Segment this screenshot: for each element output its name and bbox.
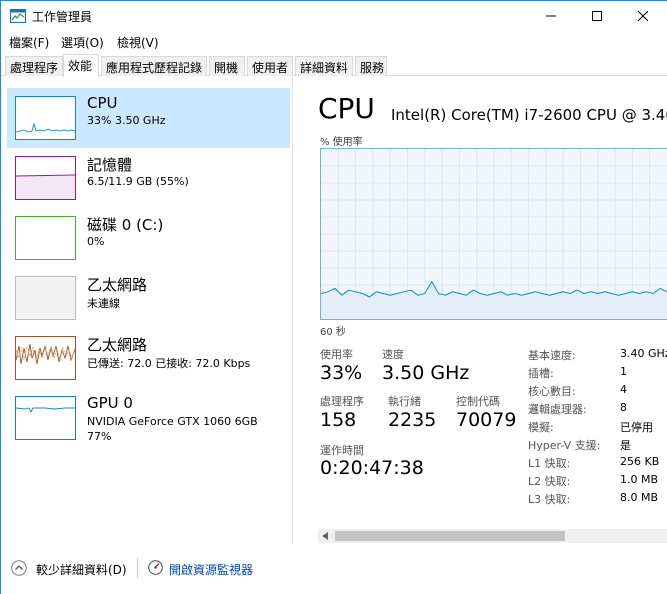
ethernet-disconnected-thumbnail [15, 276, 76, 320]
spec-base-speed-label: 基本速度: [528, 349, 576, 362]
tab-users[interactable]: 使用者 [247, 56, 293, 76]
task-manager-window: 工作管理員 檔案(F) 選項(O) 檢視(V) 處理程序 效能 應用程式歷程記錄… [0, 0, 667, 594]
sidebar-ethernet2-throughput: 已傳送: 72.0 已接收: 72.0 Kbps [87, 357, 251, 370]
handles-label: 控制代碼 [456, 395, 500, 408]
cpu-model-name: Intel(R) Core(TM) i7-2600 CPU @ 3.40GHz [391, 106, 667, 124]
footer-divider [137, 558, 138, 578]
graph-timespan: 60 秒 [320, 327, 346, 338]
sidebar-item-ethernet[interactable]: 乙太網路 已傳送: 72.0 已接收: 72.0 Kbps [7, 328, 290, 388]
minimize-button[interactable] [528, 1, 574, 31]
sidebar-cpu-title: CPU [87, 94, 118, 112]
spec-virtualization-value: 已停用 [620, 421, 653, 434]
sidebar-cpu-usage: 33% 3.50 GHz [87, 114, 166, 127]
horizontal-scrollbar[interactable] [318, 529, 667, 543]
tab-details[interactable]: 詳細資料 [295, 56, 353, 76]
menu-bar: 檔案(F) 選項(O) 檢視(V) [1, 32, 667, 52]
spec-virtualization-label: 模擬: [528, 421, 554, 434]
spec-cores-value: 4 [620, 383, 627, 396]
disk-thumbnail-graph [15, 216, 76, 260]
spec-hyperv-label: Hyper-V 支援: [528, 439, 601, 452]
threads-label: 執行緒 [388, 395, 421, 408]
window-title: 工作管理員 [32, 10, 93, 24]
sidebar-item-memory[interactable]: 記憶體 6.5/11.9 GB (55%) [7, 148, 290, 208]
cpu-detail-panel: CPU Intel(R) Core(TM) i7-2600 CPU @ 3.40… [294, 78, 667, 543]
spec-l1-cache-label: L1 快取: [528, 457, 571, 470]
sidebar-gpu-title: GPU 0 [87, 394, 133, 412]
sidebar-gpu-usage: 77% [87, 430, 112, 443]
gpu-thumbnail-graph [15, 396, 76, 440]
uptime-value: 0:20:47:38 [320, 457, 424, 479]
sidebar-disk-title: 磁碟 0 (C:) [87, 216, 164, 234]
resource-monitor-icon[interactable] [148, 560, 163, 575]
tab-app-history[interactable]: 應用程式歷程記錄 [101, 56, 207, 76]
graph-label: % 使用率 [320, 137, 363, 148]
spec-sockets-label: 插槽: [528, 367, 554, 380]
utilization-label: 使用率 [320, 348, 353, 361]
spec-l3-cache-value: 8.0 MB [620, 491, 659, 504]
maximize-button[interactable] [574, 1, 620, 31]
title-bar[interactable]: 工作管理員 [1, 1, 667, 31]
menu-options[interactable]: 選項(O) [61, 34, 104, 51]
sidebar-item-disk[interactable]: 磁碟 0 (C:) 0% [7, 208, 290, 268]
tab-services[interactable]: 服務 [355, 56, 387, 76]
sidebar-memory-title: 記憶體 [87, 156, 133, 174]
utilization-value: 33% [320, 362, 363, 384]
handles-value: 70079 [456, 409, 517, 431]
sidebar-ethernet2-title: 乙太網路 [87, 336, 148, 354]
scrollbar-thumb[interactable] [335, 531, 565, 541]
tab-startup[interactable]: 開機 [209, 56, 245, 76]
spec-l2-cache-label: L2 快取: [528, 475, 571, 488]
uptime-label: 運作時間 [320, 444, 364, 457]
sidebar-item-gpu[interactable]: GPU 0 NVIDIA GeForce GTX 1060 6GB 77% [7, 388, 290, 448]
spec-l3-cache-label: L3 快取: [528, 493, 571, 506]
sidebar-item-ethernet-disconnected[interactable]: 乙太網路 未連線 [7, 268, 290, 328]
chevron-left-icon [322, 532, 328, 540]
ethernet-thumbnail-graph [15, 336, 76, 380]
close-icon [638, 11, 648, 21]
spec-sockets-value: 1 [620, 365, 627, 378]
cpu-thumbnail-graph [15, 96, 76, 140]
page-title: CPU [318, 92, 375, 125]
memory-thumbnail-graph [15, 156, 76, 200]
sidebar-gpu-model: NVIDIA GeForce GTX 1060 6GB [87, 415, 258, 428]
open-resource-monitor-link[interactable]: 開啟資源監視器 [169, 561, 253, 578]
resource-sidebar: CPU 33% 3.50 GHz 記憶體 6.5/11.9 GB (55%) 磁… [1, 78, 293, 543]
sidebar-item-cpu[interactable]: CPU 33% 3.50 GHz [7, 88, 290, 148]
processes-value: 158 [320, 409, 357, 431]
sidebar-disk-usage: 0% [87, 235, 105, 248]
footer-bar: 較少詳細資料(D) 開啟資源監視器 [1, 552, 667, 584]
spec-hyperv-value: 是 [620, 439, 631, 452]
speed-value: 3.50 GHz [382, 362, 470, 384]
threads-value: 2235 [388, 409, 437, 431]
task-manager-icon [10, 9, 26, 23]
cpu-usage-graph [320, 148, 667, 320]
spec-l1-cache-value: 256 KB [620, 455, 660, 468]
sidebar-ethernet1-status: 未連線 [87, 297, 120, 310]
menu-file[interactable]: 檔案(F) [9, 34, 49, 51]
fewer-details-link[interactable]: 較少詳細資料(D) [36, 561, 127, 578]
close-button[interactable] [620, 1, 666, 31]
menu-view[interactable]: 檢視(V) [117, 34, 159, 51]
tab-bar: 處理程序 效能 應用程式歷程記錄 開機 使用者 詳細資料 服務 [1, 54, 667, 77]
spec-cores-label: 核心數目: [528, 385, 576, 398]
tab-processes[interactable]: 處理程序 [5, 56, 63, 76]
sidebar-memory-usage: 6.5/11.9 GB (55%) [87, 175, 189, 188]
spec-l2-cache-value: 1.0 MB [620, 473, 659, 486]
minimize-icon [546, 15, 556, 17]
sidebar-ethernet1-title: 乙太網路 [87, 276, 148, 294]
processes-label: 處理程序 [320, 395, 364, 408]
scroll-left-arrow[interactable] [318, 529, 332, 543]
spec-logical-processors-label: 邏輯處理器: [528, 403, 587, 416]
spec-logical-processors-value: 8 [620, 401, 627, 414]
spec-base-speed-value: 3.40 GHz [620, 347, 667, 360]
speed-label: 速度 [382, 348, 404, 361]
maximize-icon [592, 11, 602, 21]
tab-performance[interactable]: 效能 [63, 54, 99, 77]
chevron-up-circle-icon[interactable] [11, 560, 27, 576]
